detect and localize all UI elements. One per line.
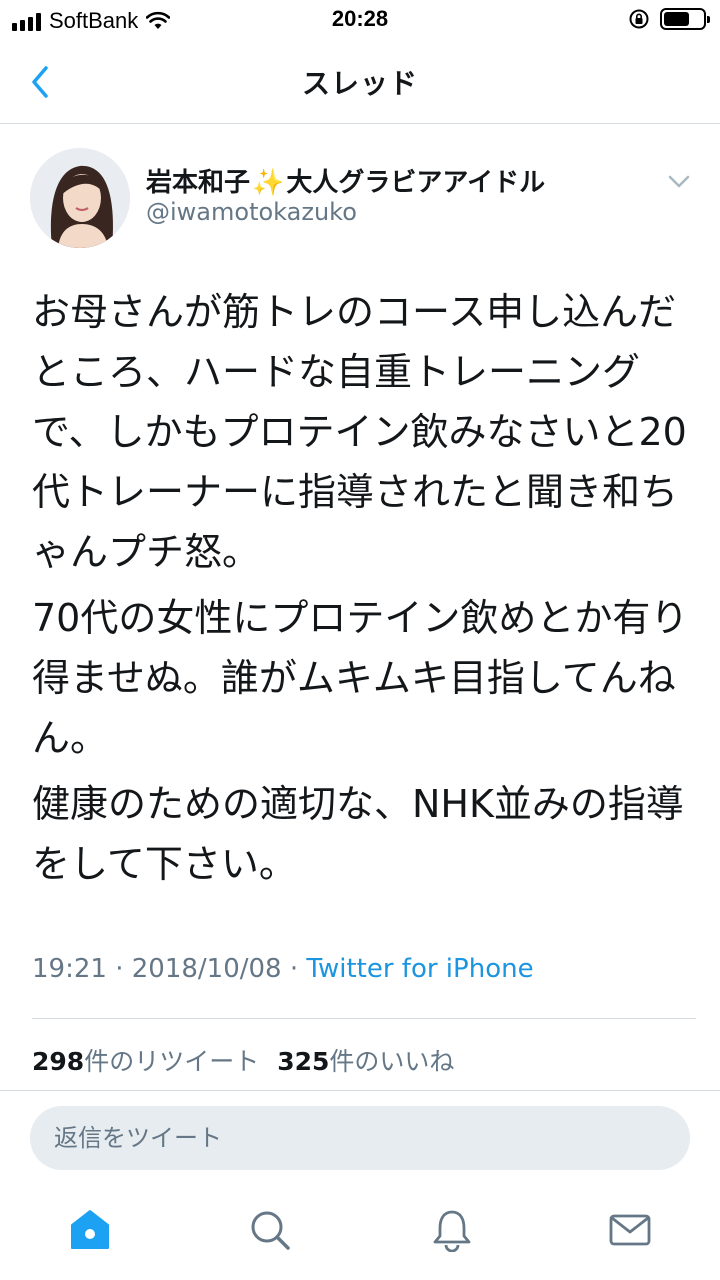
- status-time: 20:28: [331, 6, 389, 31]
- reply-input[interactable]: 返信をツイート: [30, 1106, 690, 1170]
- search-icon[interactable]: [248, 1208, 292, 1252]
- user-name-text: 岩本和子: [146, 168, 251, 198]
- tweet-text: お母さんが筋トレのコース申し込んだところ、ハードな自重トレーニングで、しかもプロ…: [32, 282, 692, 900]
- tweet-paragraph: 健康のための適切な、NHK並みの指導をして下さい。: [32, 782, 684, 886]
- tweet-source-link[interactable]: Twitter for iPhone: [306, 954, 533, 984]
- status-bar: SoftBank 20:28: [0, 0, 720, 40]
- retweet-stat[interactable]: 298件のリツイート: [32, 1047, 259, 1076]
- user-name[interactable]: 岩本和子✨大人グラビアアイドル: [146, 162, 545, 199]
- divider: [0, 1090, 720, 1091]
- tweet-meta: 19:21 · 2018/10/08 · Twitter for iPhone: [32, 954, 534, 984]
- status-right: [628, 8, 710, 30]
- avatar[interactable]: [30, 148, 130, 248]
- retweet-count: 298: [32, 1047, 85, 1076]
- tweet-paragraph: お母さんが筋トレのコース申し込んだところ、ハードな自重トレーニングで、しかもプロ…: [32, 290, 687, 574]
- like-label: 件のいいね: [329, 1047, 455, 1076]
- meta-separator: ·: [115, 954, 124, 984]
- avatar-image: [30, 148, 130, 248]
- divider: [32, 1018, 696, 1019]
- nav-header: スレッド: [0, 40, 720, 124]
- tweet-stats: 298件のリツイート 325件のいいね: [32, 1042, 454, 1078]
- tab-bar: [0, 1190, 720, 1280]
- rotation-lock-icon: [629, 9, 649, 29]
- caret-down-icon[interactable]: [664, 166, 694, 196]
- tweet-paragraph: 70代の女性にプロテイン飲めとか有り得ませぬ。誰がムキムキ目指してんねん。: [32, 596, 689, 760]
- tweet-time: 19:21: [32, 954, 107, 984]
- mail-icon[interactable]: [608, 1208, 652, 1252]
- bell-icon[interactable]: [430, 1208, 474, 1252]
- retweet-label: 件のリツイート: [84, 1047, 260, 1076]
- tweet-date: 2018/10/08: [131, 954, 282, 984]
- like-count: 325: [277, 1047, 330, 1076]
- user-handle[interactable]: @iwamotokazuko: [146, 198, 357, 226]
- like-stat[interactable]: 325件のいいね: [277, 1047, 454, 1076]
- sparkles-icon: ✨: [252, 168, 285, 198]
- meta-separator: ·: [289, 954, 299, 984]
- battery-icon: [660, 8, 710, 30]
- user-name-suffix: 大人グラビアアイドル: [286, 168, 546, 198]
- page-title: スレッド: [301, 67, 418, 100]
- home-icon[interactable]: [68, 1208, 112, 1252]
